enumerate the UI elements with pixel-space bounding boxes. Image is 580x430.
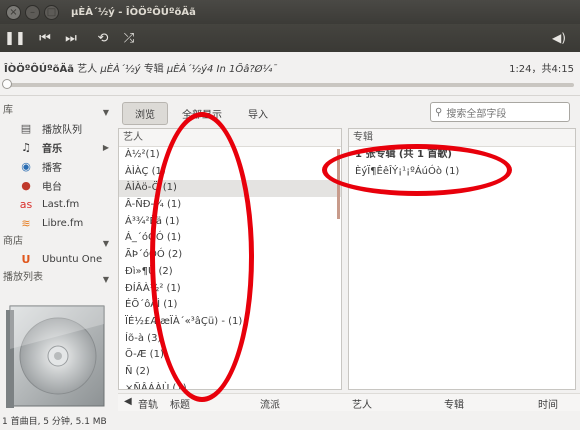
- album-pane: 专辑 1 张专辑 (共 1 首歌) ÈýÏ¶ÊêÎÝ¡¹¡ºÁúÓò (1): [348, 128, 576, 390]
- pause-icon[interactable]: ❚❚: [4, 31, 26, 46]
- library-header-label: 库: [3, 105, 13, 116]
- artist-row[interactable]: Ñ (2): [119, 364, 341, 381]
- minimize-window-button[interactable]: –: [25, 4, 40, 20]
- library-browser: 浏览 全部显示 导入 ⚲ 搜索全部字段 艺人 À½²(1) ÀÌÀÇ (1) ÀÌÀ…: [118, 100, 580, 414]
- lastfm-icon: as: [19, 197, 33, 211]
- status-text: 1 首曲目, 5 分钟, 5.1 MB: [2, 417, 107, 427]
- col-album[interactable]: 专辑: [444, 396, 464, 411]
- ubuntu-one-icon: U: [21, 252, 31, 266]
- maximize-window-button[interactable]: □: [44, 4, 59, 20]
- sidebar-item[interactable]: ▤ 播放队列: [0, 119, 115, 138]
- artist-row[interactable]: Ðì»¶Ü (2): [119, 264, 341, 281]
- tab-show-all[interactable]: 全部显示: [170, 103, 234, 124]
- sidebar-item-label: Last.fm: [42, 199, 80, 210]
- artist-row[interactable]: ÃÞ´óÓÓ (2): [119, 247, 341, 264]
- radio-icon: ●: [21, 178, 31, 192]
- elapsed-time: 1:24，共4:15: [509, 64, 574, 75]
- sidebar-item[interactable]: ♫ 音乐 ▶: [0, 138, 115, 157]
- close-window-button[interactable]: ×: [6, 4, 21, 20]
- sidebar-item[interactable]: U Ubuntu One: [0, 250, 115, 269]
- album-column-header[interactable]: 专辑: [349, 129, 575, 147]
- playlists-header-label: 播放列表: [3, 272, 43, 283]
- librefm-icon: ≋: [21, 216, 31, 230]
- sidebar-item-label: 电台: [42, 182, 62, 193]
- podcast-icon: ◉: [21, 159, 31, 173]
- repeat-icon[interactable]: ⟲: [92, 31, 114, 46]
- title-bar: × – □ µÈÀ´½ý - ÎÒÖºÔÚºõÄã: [0, 0, 580, 24]
- tab-import[interactable]: 导入: [236, 103, 280, 124]
- next-icon[interactable]: ⏭: [60, 31, 82, 46]
- col-genre[interactable]: 流派: [260, 396, 280, 411]
- queue-icon: ▤: [20, 121, 32, 135]
- music-note-icon: ♫: [21, 140, 31, 154]
- store-list: U Ubuntu One: [0, 250, 115, 269]
- album-label: 专辑: [143, 64, 164, 75]
- artist-row[interactable]: ×ÑÂÁÀÙ (1): [119, 381, 341, 389]
- album-row[interactable]: ÈýÏ¶ÊêÎÝ¡¹¡ºÁúÓò (1): [349, 164, 575, 181]
- track-artist: µÈÀ´½ý: [100, 64, 141, 75]
- artist-row[interactable]: ÏÉ½£ÆæÏÀ´«³âÇü) - (1): [119, 314, 341, 331]
- volume-icon[interactable]: ◀): [548, 31, 570, 45]
- artist-list: À½²(1) ÀÌÀÇ (1) ÀÌÀö-Ö (1) Â-ÑÐ-¼ (1) Á³¾²Èä…: [119, 147, 341, 389]
- artist-scrollbar[interactable]: [337, 149, 340, 219]
- artist-row[interactable]: Ö-Æ (1): [119, 347, 341, 364]
- seek-bar[interactable]: [4, 83, 574, 87]
- window-title: µÈÀ´½ý - ÎÒÖºÔÚºõÄã: [71, 6, 196, 18]
- collapse-icon[interactable]: ▼: [103, 271, 109, 288]
- search-icon: ⚲: [435, 106, 443, 118]
- previous-icon[interactable]: ⏮: [34, 31, 56, 46]
- artist-row[interactable]: À½²(1): [119, 147, 341, 164]
- artist-row[interactable]: Á_´óÓÓ (1): [119, 230, 341, 247]
- album-list: 1 张专辑 (共 1 首歌) ÈýÏ¶ÊêÎÝ¡¹¡ºÁúÓò (1): [349, 147, 575, 180]
- artist-column-header[interactable]: 艺人: [119, 129, 341, 147]
- view-tabs: 浏览 全部显示 导入: [122, 101, 282, 125]
- sidebar-item-label: 音乐: [42, 144, 62, 155]
- playlists-header[interactable]: 播放列表 ▼: [0, 269, 115, 286]
- sidebar-item-label: Libre.fm: [42, 218, 84, 229]
- search-input[interactable]: ⚲ 搜索全部字段: [430, 102, 570, 122]
- stores-header-label: 商店: [3, 236, 23, 247]
- artist-row[interactable]: Á³¾²Èä (1): [119, 214, 341, 231]
- sidebar-item-label: 播客: [42, 163, 62, 174]
- sidebar-item-label: 播放队列: [42, 125, 82, 136]
- seek-handle[interactable]: [2, 79, 12, 89]
- artist-row[interactable]: ÉÕ´ôÀÌ (1): [119, 297, 341, 314]
- sidebar: 库 ▼ ▤ 播放队列 ♫ 音乐 ▶ ◉ 播客 ● 电台 as Last.fm ≋ Libre.fm 商店…: [0, 102, 115, 293]
- now-playing-info: ÎÒÖºÔÚºõÄã 艺人 µÈÀ´½ý 专辑 µÈÀ´½ý4 In 1Õâ?Ø…: [4, 60, 277, 75]
- playback-toolbar: ❚❚ ⏮ ⏭ ⟲ ⤮ ◀): [0, 24, 580, 52]
- library-header[interactable]: 库 ▼: [0, 102, 115, 119]
- sidebar-item[interactable]: as Last.fm: [0, 195, 115, 214]
- search-placeholder: 搜索全部字段: [446, 108, 507, 120]
- window-controls: × – □: [6, 4, 59, 20]
- library-list: ▤ 播放队列 ♫ 音乐 ▶ ◉ 播客 ● 电台 as Last.fm ≋ Libre.fm: [0, 119, 115, 233]
- col-time[interactable]: 时间: [538, 396, 558, 411]
- speaker-icon: ◀: [124, 396, 132, 407]
- stores-header[interactable]: 商店 ▼: [0, 233, 115, 250]
- tab-browse[interactable]: 浏览: [122, 101, 168, 125]
- album-art: [6, 305, 105, 408]
- sidebar-item[interactable]: ≋ Libre.fm: [0, 214, 115, 233]
- sidebar-item[interactable]: ● 电台: [0, 176, 115, 195]
- col-title[interactable]: 标题: [170, 396, 190, 411]
- album-row[interactable]: 1 张专辑 (共 1 首歌): [349, 147, 575, 164]
- sidebar-item-label: Ubuntu One: [42, 254, 103, 265]
- by-label: 艺人: [77, 64, 98, 75]
- track-title: ÎÒÖºÔÚºõÄã: [4, 64, 74, 75]
- track-album: µÈÀ´½ý4 In 1Õâ?Ø¼¯: [166, 64, 278, 75]
- artist-row[interactable]: Â-ÑÐ-¼ (1): [119, 197, 341, 214]
- artist-row[interactable]: Íõ-à (3): [119, 331, 341, 348]
- col-track[interactable]: 音轨: [138, 396, 158, 411]
- artist-row[interactable]: ÀÌÀÇ (1): [119, 164, 341, 181]
- now-playing-bar: ÎÒÖºÔÚºõÄã 艺人 µÈÀ´½ý 专辑 µÈÀ´½ý4 In 1Õâ?Ø…: [0, 52, 580, 96]
- artist-pane: 艺人 À½²(1) ÀÌÀÇ (1) ÀÌÀö-Ö (1) Â-ÑÐ-¼ (1) Á³¾…: [118, 128, 342, 390]
- artist-row[interactable]: ÀÌÀö-Ö (1): [119, 180, 341, 198]
- expand-arrow-icon[interactable]: ▶: [103, 143, 109, 152]
- shuffle-icon[interactable]: ⤮: [118, 31, 140, 46]
- track-list-header: ◀ 音轨 标题 流派 艺人 专辑 时间: [118, 393, 580, 411]
- status-bar: 1 首曲目, 5 分钟, 5.1 MB: [0, 414, 580, 430]
- artist-row[interactable]: ÐÍÂÀ½² (1): [119, 281, 341, 298]
- sidebar-item[interactable]: ◉ 播客: [0, 157, 115, 176]
- col-artist[interactable]: 艺人: [352, 396, 372, 411]
